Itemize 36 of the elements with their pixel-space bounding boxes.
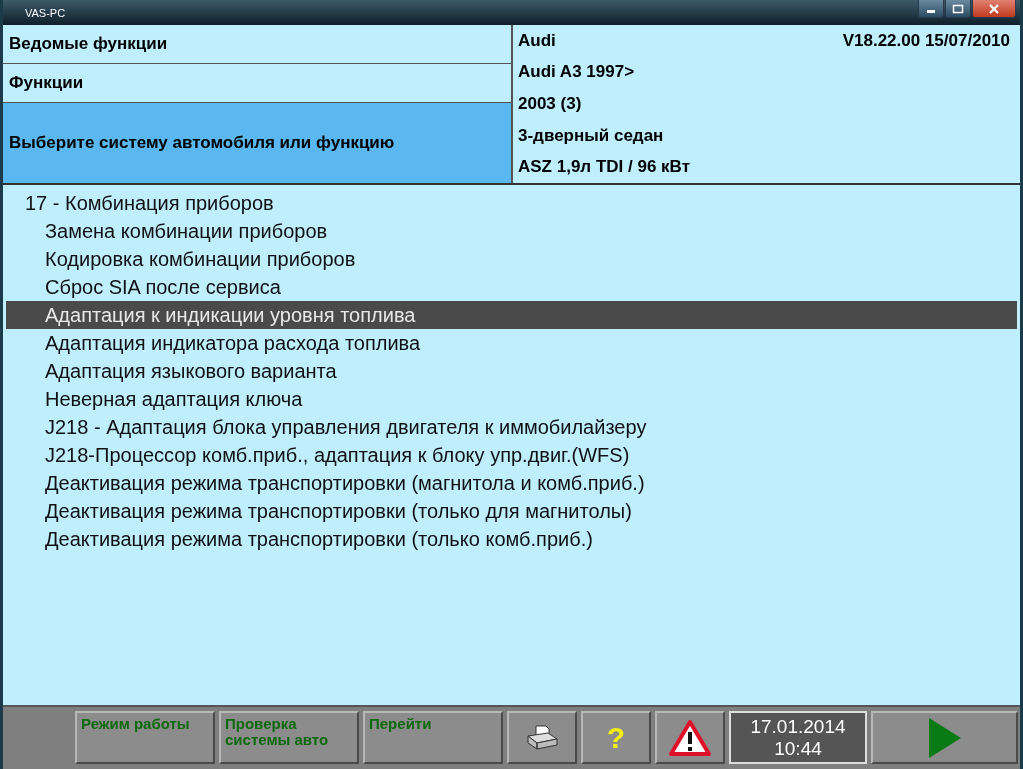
printer-icon — [525, 723, 559, 752]
list-item[interactable]: Адаптация к индикации уровня топлива — [6, 301, 1017, 329]
list-item[interactable]: Деактивация режима транспортировки (магнитола и комб.приб.) — [3, 469, 1020, 497]
vehicle-make: Audi — [518, 30, 556, 51]
maximize-button[interactable] — [945, 0, 971, 18]
list-item[interactable]: Замена комбинации приборов — [3, 217, 1020, 245]
date-text: 17.01.2014 — [750, 715, 846, 738]
header-row: Ведомые функции — [3, 25, 511, 64]
minimize-button[interactable] — [918, 0, 944, 18]
minimize-icon — [927, 10, 935, 13]
warning-icon — [668, 718, 712, 757]
list-item[interactable]: J218 - Адаптация блока управления двигателя к иммобилайзеру — [3, 413, 1020, 441]
vehicle-engine: ASZ 1,9л TDI / 96 кВт — [518, 157, 690, 178]
list-item[interactable]: Деактивация режима транспортировки (только комб.приб.) — [3, 525, 1020, 553]
close-icon — [988, 3, 1000, 14]
next-button[interactable] — [871, 711, 1018, 764]
list-item[interactable]: Кодировка комбинации приборов — [3, 245, 1020, 273]
version-text: V18.22.00 15/07/2010 — [842, 30, 1010, 51]
vehicle-body: 3-дверный седан — [518, 125, 664, 146]
list-item[interactable]: 17 - Комбинация приборов — [3, 189, 1020, 217]
list-item[interactable]: Сброс SIA после сервиса — [3, 273, 1020, 301]
time-text: 10:44 — [774, 737, 822, 760]
vehicle-year: 2003 (3) — [518, 94, 582, 114]
list-item[interactable]: J218-Процессор комб.приб., адаптация к блоку упр.двиг.(WFS) — [3, 441, 1020, 469]
window-title: VAS-PC — [25, 6, 66, 19]
close-button[interactable] — [972, 0, 1016, 18]
list-item[interactable]: Неверная адаптация ключа — [3, 385, 1020, 413]
play-arrow-icon — [926, 715, 963, 760]
vehicle-model: Audi A3 1997> — [518, 62, 635, 83]
list-item[interactable]: Адаптация индикатора расхода топлива — [3, 329, 1020, 357]
list-item[interactable]: Адаптация языкового варианта — [3, 357, 1020, 385]
header-row: Выберите систему автомобиля или функцию — [3, 103, 511, 183]
warning-button[interactable] — [655, 711, 725, 764]
list-item[interactable]: Деактивация режима транспортировки (только для магнитолы) — [3, 497, 1020, 525]
maximize-icon — [952, 3, 964, 14]
print-button[interactable] — [507, 711, 577, 764]
